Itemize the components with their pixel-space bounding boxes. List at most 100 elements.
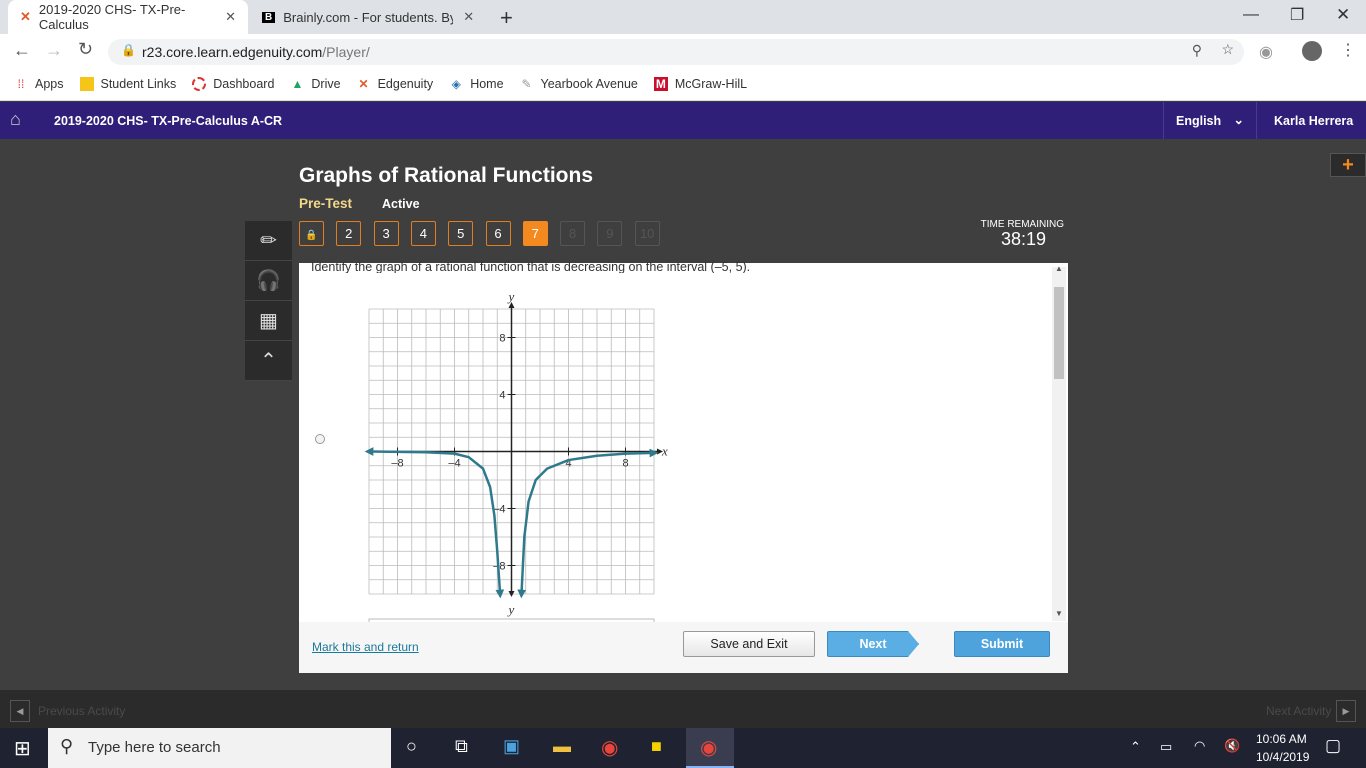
zoom-icon[interactable]: ⚲ bbox=[1192, 42, 1202, 59]
calculator-tool[interactable]: ▦ bbox=[245, 301, 292, 341]
bookmark-label: Student Links bbox=[100, 77, 177, 91]
pencil-tool[interactable]: ✏ bbox=[245, 221, 292, 261]
bookmark-home[interactable]: ◈ Home bbox=[449, 77, 504, 91]
question-button-5[interactable]: 5 bbox=[448, 221, 474, 246]
wifi-icon[interactable]: ◠ bbox=[1194, 738, 1205, 754]
back-icon[interactable]: ← bbox=[13, 40, 31, 61]
notifications-icon[interactable]: ▢ bbox=[1325, 736, 1341, 756]
pencil-icon: ✏ bbox=[260, 230, 277, 252]
curve-right-branch bbox=[517, 448, 659, 599]
question-text: Identify the graph of a rational functio… bbox=[311, 260, 751, 273]
search-placeholder: Type here to search bbox=[88, 739, 221, 756]
save-and-exit-button[interactable]: Save and Exit bbox=[683, 631, 815, 657]
new-tab-icon[interactable]: + bbox=[500, 5, 513, 31]
question-button-4[interactable]: 4 bbox=[410, 221, 436, 246]
url-path: /Player/ bbox=[322, 44, 370, 60]
calculator-icon: ▦ bbox=[259, 310, 278, 332]
question-button-1[interactable]: 🔒 bbox=[299, 221, 324, 246]
graph-option-1: xy–8 –4 4 884–4–8y bbox=[364, 289, 668, 623]
close-icon[interactable]: ✕ bbox=[225, 9, 236, 25]
sticky-notes-icon[interactable]: ■ bbox=[651, 736, 662, 757]
expand-plus-button[interactable]: + bbox=[1330, 153, 1366, 177]
edgenuity-icon: ✕ bbox=[20, 9, 31, 24]
activity-status: Active bbox=[382, 197, 420, 211]
next-button[interactable]: Next bbox=[827, 631, 919, 657]
x-tick-label: –4 bbox=[448, 458, 460, 470]
chrome-active-taskbar-button[interactable]: ◉ bbox=[686, 728, 734, 768]
restore-icon[interactable]: ❐ bbox=[1290, 5, 1304, 25]
tray-chevron-icon[interactable]: ⌃ bbox=[1130, 739, 1141, 755]
tab-brainly[interactable]: B Brainly.com - For students. By stu ✕ bbox=[250, 0, 490, 34]
question-button-8: 8 bbox=[560, 221, 586, 246]
bookmark-apps[interactable]: ⁞⁞ Apps bbox=[14, 77, 64, 91]
activity-type: Pre-Test bbox=[299, 196, 353, 211]
question-button-2[interactable]: 2 bbox=[336, 221, 362, 246]
submit-button[interactable]: Submit bbox=[954, 631, 1050, 657]
close-icon[interactable]: ✕ bbox=[463, 9, 474, 25]
scrollbar-thumb[interactable] bbox=[1054, 287, 1064, 379]
bookmark-dashboard[interactable]: Dashboard bbox=[192, 77, 274, 91]
bookmark-drive[interactable]: ▲ Drive bbox=[290, 77, 340, 91]
chevron-down-icon: ⌄ bbox=[1233, 113, 1244, 127]
question-button-7[interactable]: 7 bbox=[522, 221, 548, 246]
x-axis-label: x bbox=[661, 444, 668, 459]
url-host: r23.core.learn.edgenuity.com bbox=[142, 44, 323, 60]
task-view-icon[interactable]: ⧉ bbox=[455, 736, 468, 757]
caret-icon: ⌃ bbox=[260, 350, 277, 372]
bookmark-label: McGraw-HilL bbox=[674, 77, 748, 91]
bookmark-label: Yearbook Avenue bbox=[540, 77, 638, 91]
question-button-3[interactable]: 3 bbox=[373, 221, 399, 246]
bookmark-edgenuity[interactable]: ✕ Edgenuity bbox=[357, 77, 434, 91]
chrome-icon[interactable]: ◉ bbox=[601, 735, 618, 760]
minimize-icon[interactable]: — bbox=[1243, 6, 1259, 24]
x-tick-label: –8 bbox=[391, 458, 403, 470]
star-icon[interactable]: ☆ bbox=[1221, 41, 1234, 58]
bookmark-label: Drive bbox=[311, 77, 341, 91]
cortana-icon[interactable]: ○ bbox=[406, 736, 417, 757]
volume-muted-icon[interactable]: 🔇 bbox=[1224, 738, 1240, 754]
next-activity-arrow[interactable]: ▶ bbox=[1336, 700, 1356, 722]
tab-edgenuity[interactable]: ✕ 2019-2020 CHS- TX-Pre-Calculus ✕ bbox=[8, 0, 248, 34]
window-close-icon[interactable]: ✕ bbox=[1336, 5, 1350, 25]
bookmark-mcgraw[interactable]: M McGraw-HilL bbox=[653, 77, 748, 91]
scroll-up-icon[interactable]: ▲ bbox=[1055, 264, 1063, 273]
windows-start-icon[interactable]: ⊞ bbox=[14, 736, 31, 761]
reload-icon[interactable]: ↻ bbox=[78, 39, 93, 60]
menu-icon[interactable]: ⋮ bbox=[1340, 40, 1356, 60]
question-button-6[interactable]: 6 bbox=[485, 221, 511, 246]
mark-and-return-link[interactable]: Mark this and return bbox=[312, 640, 419, 654]
extension-icon[interactable]: ◉ bbox=[1259, 42, 1273, 62]
clock-date[interactable]: 10/4/2019 bbox=[1256, 750, 1309, 764]
previous-activity-link[interactable]: Previous Activity bbox=[38, 704, 125, 718]
file-explorer-icon[interactable]: ▬ bbox=[553, 736, 571, 757]
taskbar-search-input[interactable]: ⚲ Type here to search bbox=[48, 728, 391, 768]
bookmark-label: Dashboard bbox=[213, 77, 275, 91]
dashboard-icon bbox=[192, 77, 207, 91]
scrollbar[interactable]: ▲ ▼ bbox=[1052, 264, 1066, 621]
apps-icon: ⁞⁞ bbox=[17, 77, 25, 91]
url-input[interactable]: 🔒 r23.core.learn.edgenuity.com/Player/ ⚲ ☆ bbox=[108, 39, 1244, 65]
language-label: English bbox=[1176, 114, 1222, 128]
answer-radio-1[interactable] bbox=[315, 434, 325, 444]
browser-tab-bar: ✕ 2019-2020 CHS- TX-Pre-Calculus ✕ B Brainl… bbox=[0, 0, 1366, 34]
bookmark-label: Home bbox=[470, 77, 504, 91]
next-activity-link[interactable]: Next Activity bbox=[1266, 704, 1331, 718]
audio-tool[interactable]: 🎧 bbox=[245, 261, 292, 301]
avatar[interactable] bbox=[1302, 41, 1322, 61]
language-select[interactable]: English ⌄ bbox=[1163, 102, 1257, 139]
scroll-down-icon[interactable]: ▼ bbox=[1055, 609, 1063, 618]
home-icon[interactable]: ⌂ bbox=[10, 109, 21, 130]
bookmark-student-links[interactable]: Student Links bbox=[79, 77, 177, 91]
store-icon[interactable]: ▣ bbox=[503, 736, 520, 757]
forward-icon[interactable]: → bbox=[45, 40, 63, 61]
drive-icon: ▲ bbox=[291, 77, 304, 91]
bookmark-yearbook[interactable]: ✎ Yearbook Avenue bbox=[520, 77, 638, 91]
user-name[interactable]: Karla Herrera bbox=[1274, 114, 1353, 128]
previous-activity-arrow[interactable]: ◀ bbox=[10, 700, 30, 722]
formula-tool[interactable]: ⌃ bbox=[245, 341, 292, 381]
battery-icon[interactable]: ▭ bbox=[1160, 739, 1172, 755]
course-header: ⌂ 2019-2020 CHS- TX-Pre-Calculus A-CR En… bbox=[0, 102, 1366, 139]
y-tick-label: 8 bbox=[499, 333, 505, 345]
clock-time[interactable]: 10:06 AM bbox=[1256, 732, 1307, 746]
mcgraw-icon: M bbox=[653, 77, 668, 91]
